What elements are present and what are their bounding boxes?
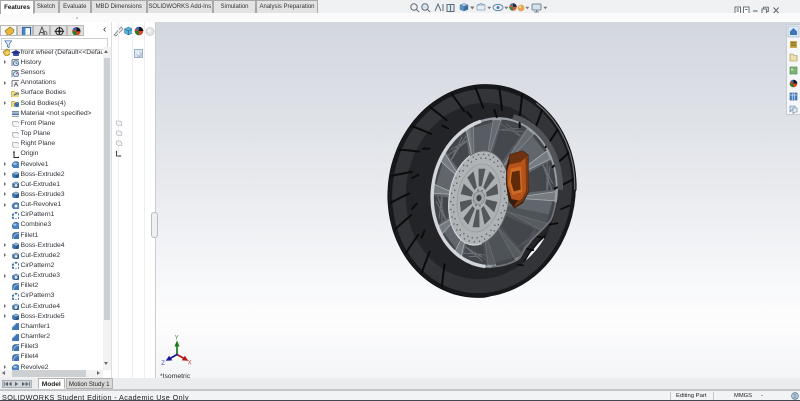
svg-text:Z: Z [161,361,165,367]
svg-text:Y: Y [175,336,179,342]
svg-text:X: X [188,361,192,367]
